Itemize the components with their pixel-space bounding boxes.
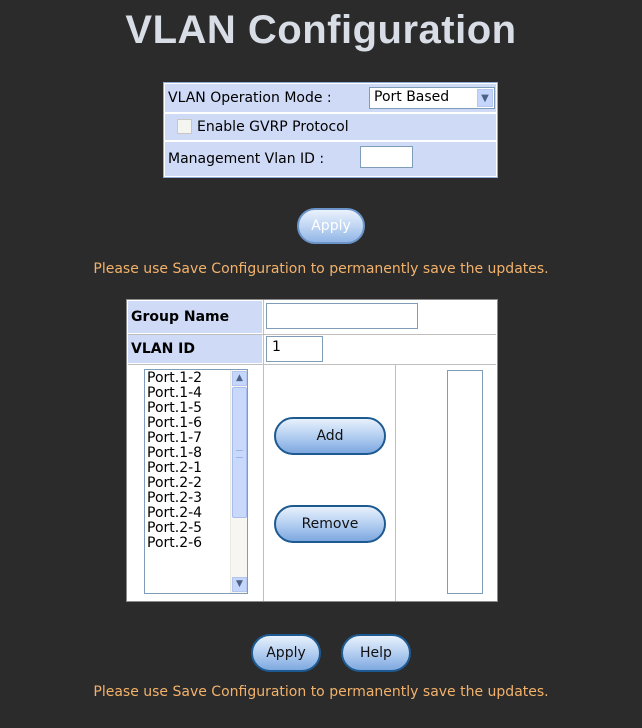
group-name-label: Group Name xyxy=(131,309,230,325)
chevron-up-icon[interactable]: ▲ xyxy=(232,371,247,386)
vlan-id-header: VLAN ID xyxy=(128,335,262,363)
save-notice-bottom: Please use Save Configuration to permane… xyxy=(93,684,549,700)
apply-button[interactable]: Apply xyxy=(251,634,321,672)
gvrp-label: Enable GVRP Protocol xyxy=(197,119,349,135)
gvrp-checkbox[interactable] xyxy=(177,119,192,134)
list-scrollbar[interactable]: ▲ ▼ xyxy=(230,370,247,593)
page-title: VLAN Configuration xyxy=(125,8,517,52)
operation-mode-row: VLAN Operation Mode : Port Based ▼ xyxy=(165,84,496,112)
operation-mode-select[interactable]: Port Based ▼ xyxy=(369,87,495,109)
gvrp-row: Enable GVRP Protocol xyxy=(165,114,496,140)
group-name-input[interactable] xyxy=(266,303,418,329)
group-name-header: Group Name xyxy=(128,301,262,333)
chevron-down-icon[interactable]: ▼ xyxy=(477,89,493,107)
vlan-id-label: VLAN ID xyxy=(131,341,196,357)
column-divider xyxy=(263,300,264,601)
scrollbar-thumb[interactable] xyxy=(232,387,247,518)
operation-mode-value: Port Based xyxy=(374,89,450,105)
management-vlan-input[interactable] xyxy=(360,146,413,168)
save-notice-top: Please use Save Configuration to permane… xyxy=(93,261,549,277)
vlan-id-value: 1 xyxy=(272,339,281,355)
member-ports-list[interactable] xyxy=(447,370,483,594)
column-divider xyxy=(395,365,396,601)
management-vlan-row: Management Vlan ID : xyxy=(165,142,496,176)
vlan-mode-settings: VLAN Operation Mode : Port Based ▼ Enabl… xyxy=(163,82,498,178)
apply-mode-button[interactable]: Apply xyxy=(297,208,365,244)
management-vlan-label: Management Vlan ID : xyxy=(168,151,325,167)
row-divider xyxy=(128,364,496,365)
grip-icon xyxy=(236,450,243,458)
chevron-down-icon[interactable]: ▼ xyxy=(232,577,247,592)
help-button[interactable]: Help xyxy=(341,634,411,672)
vlan-id-input[interactable]: 1 xyxy=(266,336,323,362)
remove-port-button[interactable]: Remove xyxy=(274,505,386,543)
vlan-group-table: Group Name VLAN ID 1 Port.1-2 Port.1-4 Por… xyxy=(126,299,498,602)
operation-mode-label: VLAN Operation Mode : xyxy=(168,90,332,106)
available-ports-list[interactable]: Port.1-2 Port.1-4 Port.1-5 Port.1-6 Port.1-7… xyxy=(144,369,248,594)
add-port-button[interactable]: Add xyxy=(274,417,386,455)
